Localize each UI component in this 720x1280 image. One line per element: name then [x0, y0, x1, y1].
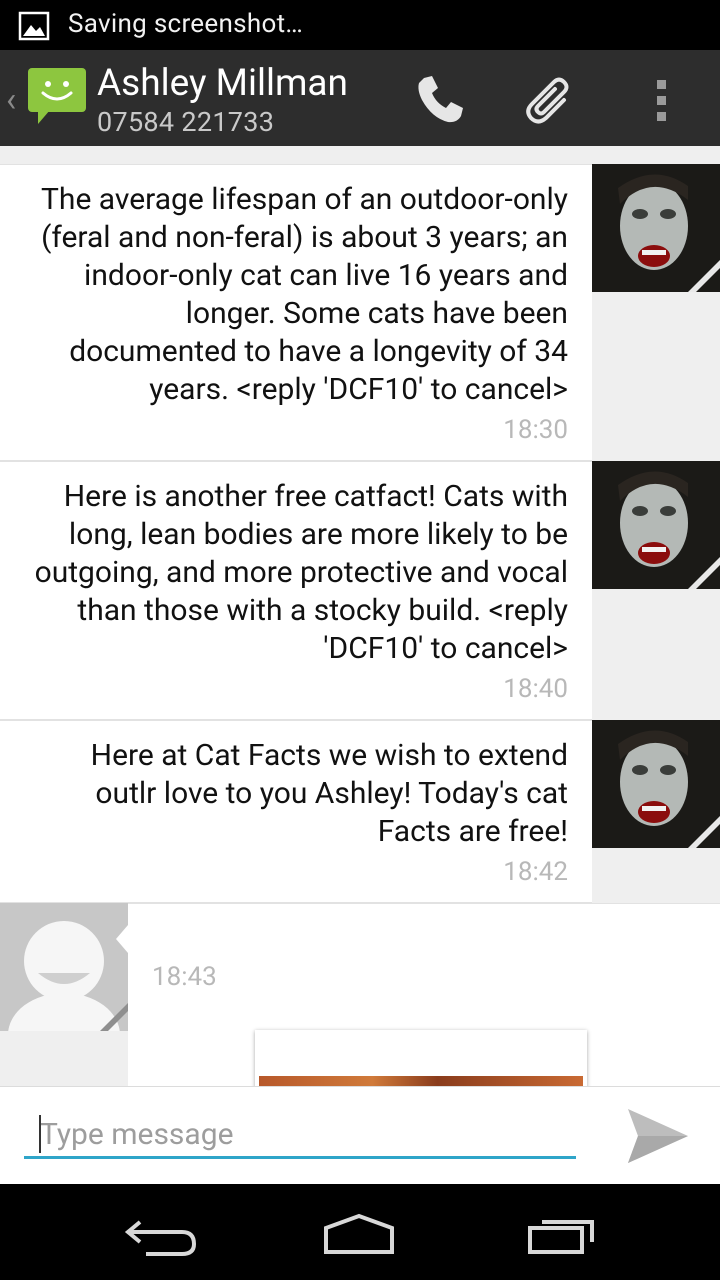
message-incoming[interactable]: The average lifespan of an outdoor-only …	[0, 164, 592, 461]
compose-bar	[0, 1086, 720, 1184]
attachment-image-preview	[259, 1076, 583, 1086]
recent-apps-icon[interactable]	[516, 1206, 606, 1262]
contact-avatar[interactable]	[592, 164, 720, 292]
message-text: Here at Cat Facts we wish to extend outl…	[90, 738, 568, 849]
send-icon[interactable]	[622, 1105, 692, 1167]
conversation-list[interactable]: The average lifespan of an outdoor-only …	[0, 146, 720, 1086]
message-outgoing[interactable]: 18:43	[128, 903, 720, 1086]
chevron-left-icon[interactable]: ‹	[6, 80, 16, 120]
message-incoming[interactable]: Here at Cat Facts we wish to extend outl…	[0, 720, 592, 903]
text-cursor	[39, 1115, 41, 1153]
bubble-pointer	[116, 925, 128, 953]
messaging-app-icon[interactable]	[26, 64, 88, 128]
contact-avatar[interactable]	[592, 720, 720, 848]
paperclip-icon[interactable]	[522, 70, 582, 130]
message-time: 18:40	[503, 674, 568, 704]
self-avatar[interactable]	[0, 903, 128, 1031]
contact-avatar[interactable]	[592, 461, 720, 589]
status-notification-text: Saving screenshot…	[68, 9, 304, 39]
overflow-menu-icon[interactable]	[640, 70, 684, 130]
phone-icon[interactable]	[410, 70, 470, 130]
back-icon[interactable]	[116, 1206, 206, 1262]
navigation-bar	[0, 1184, 720, 1280]
home-icon[interactable]	[314, 1206, 404, 1262]
contact-name: Ashley Millman	[97, 62, 348, 105]
message-text: The average lifespan of an outdoor-only …	[41, 182, 568, 407]
message-input[interactable]	[24, 1113, 576, 1159]
action-bar: ‹ Ashley Millman 07584 221733	[0, 50, 720, 148]
message-time: 18:30	[503, 415, 568, 445]
status-bar: Saving screenshot…	[0, 0, 720, 50]
message-incoming[interactable]: Here is another free catfact! Cats with …	[0, 461, 592, 720]
message-text: Here is another free catfact! Cats with …	[34, 479, 568, 666]
message-time: 18:42	[503, 857, 568, 887]
message-time: 18:43	[152, 962, 217, 992]
image-icon	[18, 10, 50, 42]
contact-number: 07584 221733	[97, 106, 275, 138]
image-attachment[interactable]	[255, 1030, 587, 1086]
